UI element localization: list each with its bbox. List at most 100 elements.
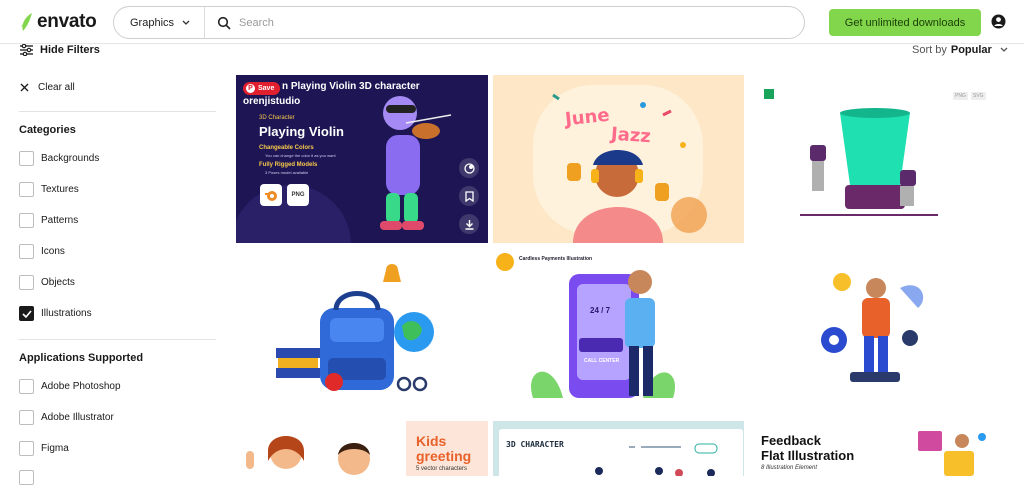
category-patterns[interactable]: Patterns bbox=[19, 213, 78, 228]
checkbox-label: Adobe Photoshop bbox=[41, 381, 121, 392]
app-next-partial[interactable] bbox=[19, 470, 34, 485]
checkbox[interactable] bbox=[19, 441, 34, 456]
preview-heading: Kids greeting bbox=[416, 434, 471, 464]
item-author[interactable]: orenjistudio bbox=[243, 96, 300, 107]
jazz-illustration bbox=[533, 85, 707, 243]
item-card-kids-greeting[interactable]: Kids greeting 5 vector characters bbox=[236, 421, 488, 476]
item-card-business-idea[interactable] bbox=[750, 248, 1002, 416]
preview-subtitle: 3D Character bbox=[259, 115, 295, 121]
business-idea-illustration bbox=[821, 273, 924, 382]
category-objects[interactable]: Objects bbox=[19, 275, 75, 290]
preview-heading: Feedback Flat Illustration bbox=[761, 433, 854, 463]
search-bar: Graphics bbox=[113, 6, 805, 39]
preview-card bbox=[499, 429, 743, 476]
checkbox[interactable] bbox=[19, 275, 34, 290]
hide-filters-label: Hide Filters bbox=[40, 44, 100, 56]
checkbox[interactable] bbox=[19, 182, 34, 197]
preview-heading: Playing Violin bbox=[259, 124, 345, 139]
robot-scene-illustration bbox=[764, 89, 938, 216]
category-select-label: Graphics bbox=[130, 16, 175, 29]
format-tag: SVG bbox=[971, 92, 986, 100]
similar-items-button[interactable] bbox=[459, 158, 479, 178]
checkbox-label: Illustrations bbox=[41, 308, 92, 319]
item-card-feedback[interactable]: Feedback Flat Illustration 8 Illustratio… bbox=[750, 421, 1002, 476]
checkbox[interactable] bbox=[19, 151, 34, 166]
call-center-label: CALL CENTER bbox=[584, 358, 620, 364]
checkbox[interactable] bbox=[19, 470, 34, 485]
category-icons[interactable]: Icons bbox=[19, 244, 65, 259]
bookmark-icon bbox=[464, 190, 474, 202]
app-figma[interactable]: Figma bbox=[19, 441, 69, 456]
checkbox-label: Patterns bbox=[41, 215, 79, 226]
bookmark-button[interactable] bbox=[459, 186, 479, 206]
format-tag: PNG bbox=[953, 92, 968, 100]
download-button[interactable] bbox=[459, 214, 479, 234]
category-select[interactable]: Graphics bbox=[114, 7, 206, 38]
preview-heading: 3D CHARACTER bbox=[506, 440, 564, 449]
blender-icon bbox=[260, 184, 282, 206]
feature-label: Fully Rigged Models bbox=[259, 162, 318, 168]
preview-heading: Cardless Payments Illustration bbox=[519, 256, 593, 262]
categories-title: Categories bbox=[19, 124, 76, 136]
similar-icon bbox=[463, 162, 475, 174]
png-badge: PNG bbox=[287, 184, 309, 206]
top-header: envato Graphics Get unlimited downloads bbox=[0, 0, 1024, 44]
divider bbox=[19, 339, 216, 340]
preview-subtitle: 8 Illustration Element bbox=[761, 465, 818, 471]
envato-logo[interactable]: envato bbox=[20, 11, 97, 33]
search-input[interactable] bbox=[239, 16, 760, 29]
category-textures[interactable]: Textures bbox=[19, 182, 79, 197]
checkbox-label: Objects bbox=[41, 277, 75, 288]
hide-filters-button[interactable]: Hide Filters bbox=[20, 44, 100, 56]
heading-line: Kids bbox=[416, 433, 447, 449]
feature-sub: You can change the color it as you want bbox=[265, 153, 336, 158]
clear-all-label: Clear all bbox=[38, 82, 75, 93]
save-button[interactable]: P Save bbox=[243, 82, 281, 95]
heading-line: greeting bbox=[416, 448, 472, 464]
sort-value: Popular bbox=[950, 44, 992, 56]
clear-all-button[interactable]: Clear all bbox=[20, 82, 75, 93]
checkbox-label: Figma bbox=[41, 443, 69, 454]
download-icon bbox=[465, 219, 473, 230]
checkbox[interactable] bbox=[19, 410, 34, 425]
category-backgrounds[interactable]: Backgrounds bbox=[19, 151, 99, 166]
item-card-robots[interactable]: PNG SVG bbox=[750, 75, 1002, 243]
heading-line: Flat Illustration bbox=[761, 448, 855, 463]
item-card-june-jazz[interactable]: June Jazz bbox=[493, 75, 744, 243]
checkbox[interactable] bbox=[19, 244, 34, 259]
checkbox-label: Backgrounds bbox=[41, 153, 100, 164]
ui-mockup-graphic bbox=[595, 443, 718, 476]
screen-text: 24 / 7 bbox=[590, 306, 611, 315]
checkbox-label: Textures bbox=[41, 184, 79, 195]
item-card-cardless-payments[interactable]: Cardless Payments Illustration 24 / 7 CA… bbox=[493, 248, 744, 416]
divider bbox=[19, 111, 216, 112]
chevron-down-icon bbox=[1000, 47, 1008, 52]
checkbox-checked[interactable] bbox=[19, 306, 34, 321]
checkbox[interactable] bbox=[19, 213, 34, 228]
get-unlimited-downloads-button[interactable]: Get unlimited downloads bbox=[829, 9, 981, 36]
item-card-school-supplies[interactable] bbox=[236, 248, 488, 416]
feature-sub: 3 Poses model available bbox=[265, 170, 309, 175]
item-card-violin-3d[interactable]: P Save n Playing Violin 3D character ore… bbox=[236, 75, 488, 243]
title-word: Jazz bbox=[610, 123, 652, 148]
checkbox-label: Adobe Illustrator bbox=[41, 412, 114, 423]
category-illustrations[interactable]: Illustrations bbox=[19, 306, 92, 321]
school-supplies-illustration bbox=[276, 264, 434, 392]
filter-sidebar: Hide Filters Clear all Categories Backgr… bbox=[0, 44, 236, 485]
envato-leaf-icon bbox=[21, 13, 32, 31]
close-icon bbox=[20, 83, 29, 92]
sort-dropdown[interactable]: Sort by Popular bbox=[912, 44, 1008, 56]
checkbox-label: Icons bbox=[41, 246, 65, 257]
pinterest-icon: P bbox=[246, 84, 255, 93]
account-icon[interactable] bbox=[991, 14, 1006, 29]
app-adobe-illustrator[interactable]: Adobe Illustrator bbox=[19, 410, 114, 425]
checkbox[interactable] bbox=[19, 379, 34, 394]
feature-label: Changeable Colors bbox=[259, 145, 314, 151]
item-card-3d-character[interactable]: 3D CHARACTER bbox=[493, 421, 744, 476]
heading-line: Feedback bbox=[761, 433, 821, 448]
app-adobe-photoshop[interactable]: Adobe Photoshop bbox=[19, 379, 121, 394]
checkmark-icon bbox=[21, 309, 32, 318]
sliders-icon bbox=[20, 44, 33, 56]
item-title: n Playing Violin 3D character bbox=[282, 81, 420, 92]
save-label: Save bbox=[258, 85, 275, 92]
